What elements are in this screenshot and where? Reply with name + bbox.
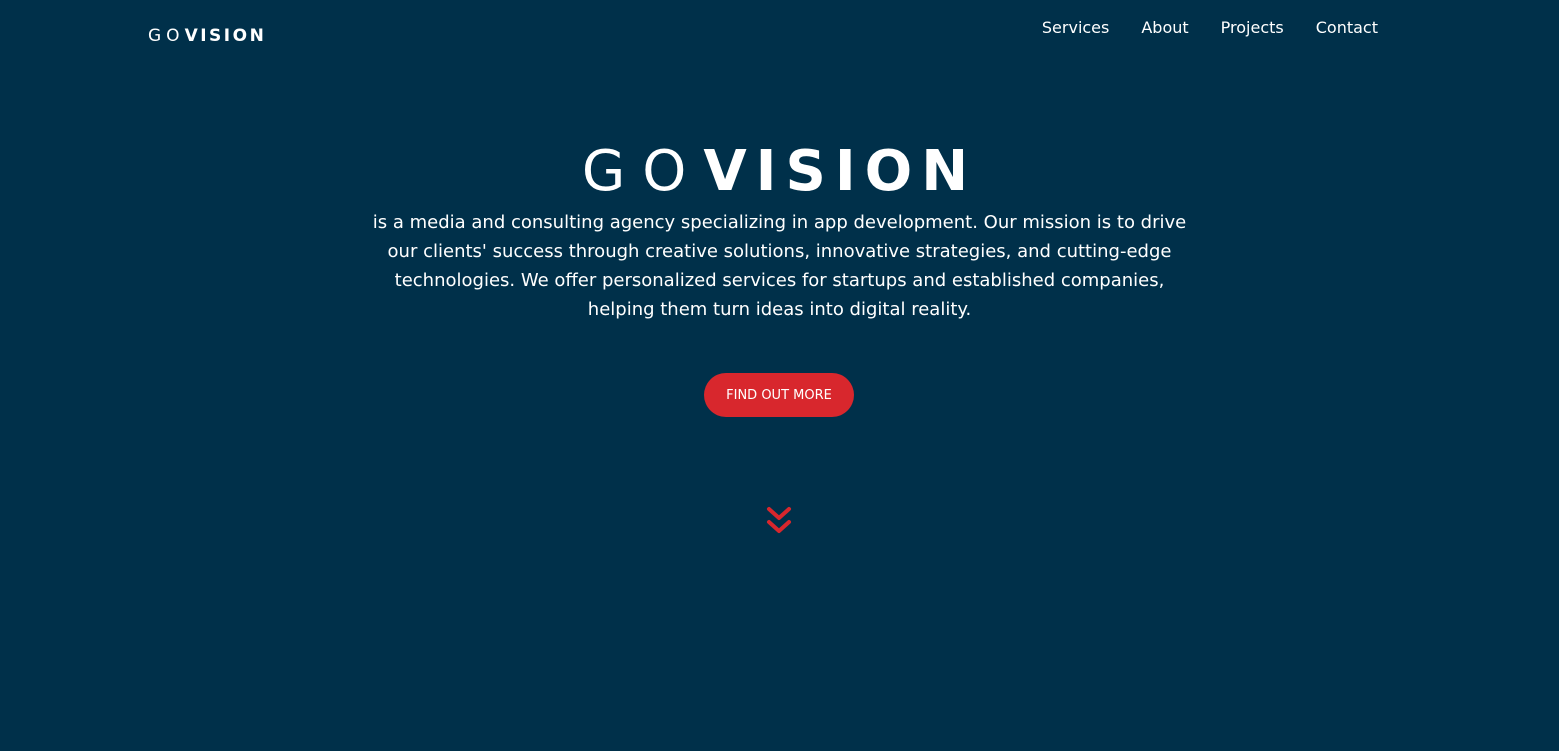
double-chevron-down-icon[interactable]: [765, 505, 793, 537]
logo-light-text: GO: [148, 26, 185, 46]
hero-description: is a media and consulting agency special…: [372, 212, 1187, 320]
hero-title-bold: VISION: [703, 139, 978, 204]
nav-services[interactable]: Services: [1042, 18, 1109, 38]
nav-contact[interactable]: Contact: [1316, 18, 1378, 38]
logo-bold-text: VISION: [184, 26, 267, 46]
nav-projects[interactable]: Projects: [1221, 18, 1284, 38]
nav-about[interactable]: About: [1141, 18, 1188, 38]
hero-title: GO VISION: [0, 138, 1559, 206]
hero-section: GO VISION is a media and consulting agen…: [0, 138, 1559, 324]
hero-title-light: GO: [581, 139, 704, 204]
brand-logo[interactable]: GO VISION: [148, 25, 266, 47]
main-navigation: Services About Projects Contact: [1042, 18, 1378, 38]
find-out-more-button[interactable]: FIND OUT MORE: [704, 373, 854, 417]
navbar: GO VISION Services About Projects Contac…: [0, 0, 1559, 72]
